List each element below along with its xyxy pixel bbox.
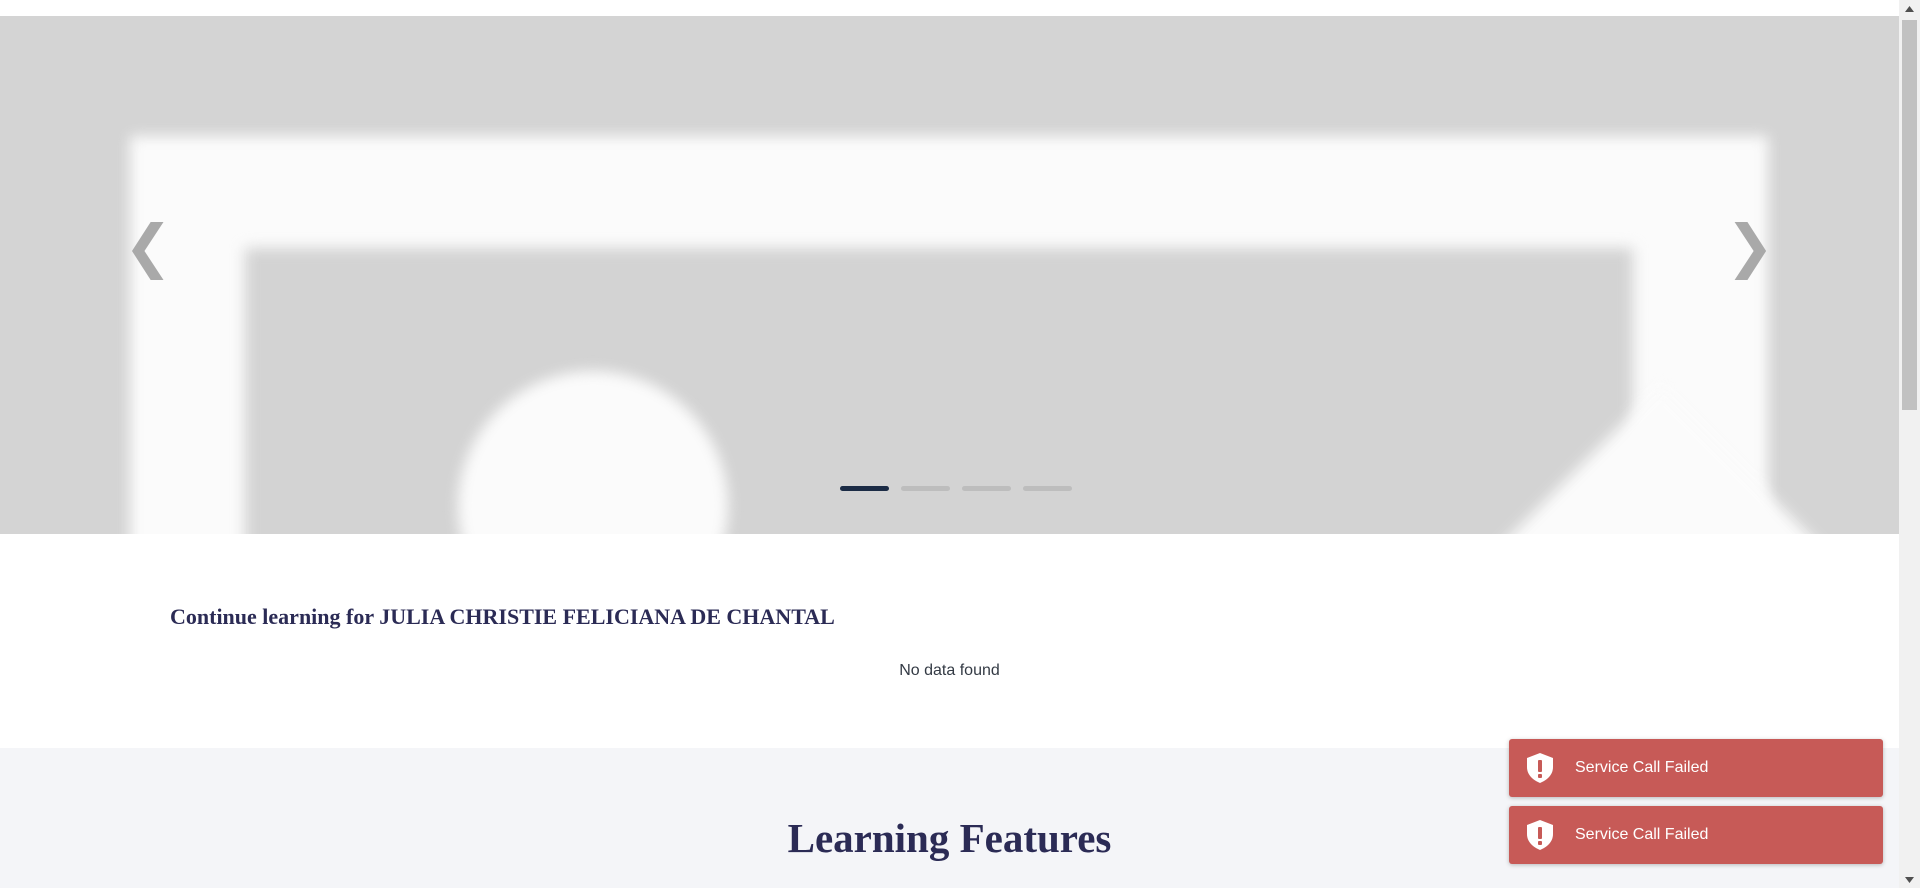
scroll-down-button[interactable] bbox=[1899, 871, 1920, 888]
continue-learning-title: Continue learning for JULIA CHRISTIE FEL… bbox=[170, 604, 835, 629]
chevron-right-icon: ❯ bbox=[1725, 212, 1775, 280]
page-scrollbar[interactable] bbox=[1899, 0, 1920, 888]
carousel-indicator-1[interactable] bbox=[840, 486, 889, 491]
error-toast[interactable]: Service Call Failed bbox=[1509, 806, 1883, 864]
no-data-message: No data found bbox=[899, 662, 1000, 679]
carousel-indicator-2[interactable] bbox=[901, 486, 950, 491]
continue-learning-section: Continue learning for JULIA CHRISTIE FEL… bbox=[0, 534, 1899, 748]
error-toast[interactable]: Service Call Failed bbox=[1509, 739, 1883, 797]
top-bar bbox=[0, 0, 1899, 16]
chevron-left-icon: ❮ bbox=[123, 212, 173, 280]
scroll-up-button[interactable] bbox=[1899, 0, 1920, 17]
triangle-down-icon bbox=[1905, 876, 1914, 883]
carousel-placeholder-image bbox=[245, 248, 1633, 534]
hero-carousel: ❮ ❯ bbox=[0, 16, 1899, 534]
toast-message: Service Call Failed bbox=[1575, 826, 1709, 843]
triangle-up-icon bbox=[1905, 5, 1914, 12]
carousel-indicator-3[interactable] bbox=[962, 486, 1011, 491]
carousel-indicators bbox=[840, 486, 1072, 491]
shield-exclamation-icon bbox=[1523, 818, 1557, 852]
toast-message: Service Call Failed bbox=[1575, 759, 1709, 776]
carousel-indicator-4[interactable] bbox=[1023, 486, 1072, 491]
carousel-prev-button[interactable]: ❮ bbox=[124, 211, 173, 281]
shield-exclamation-icon bbox=[1523, 751, 1557, 785]
scrollbar-thumb[interactable] bbox=[1902, 20, 1917, 410]
carousel-next-button[interactable]: ❯ bbox=[1726, 211, 1775, 281]
